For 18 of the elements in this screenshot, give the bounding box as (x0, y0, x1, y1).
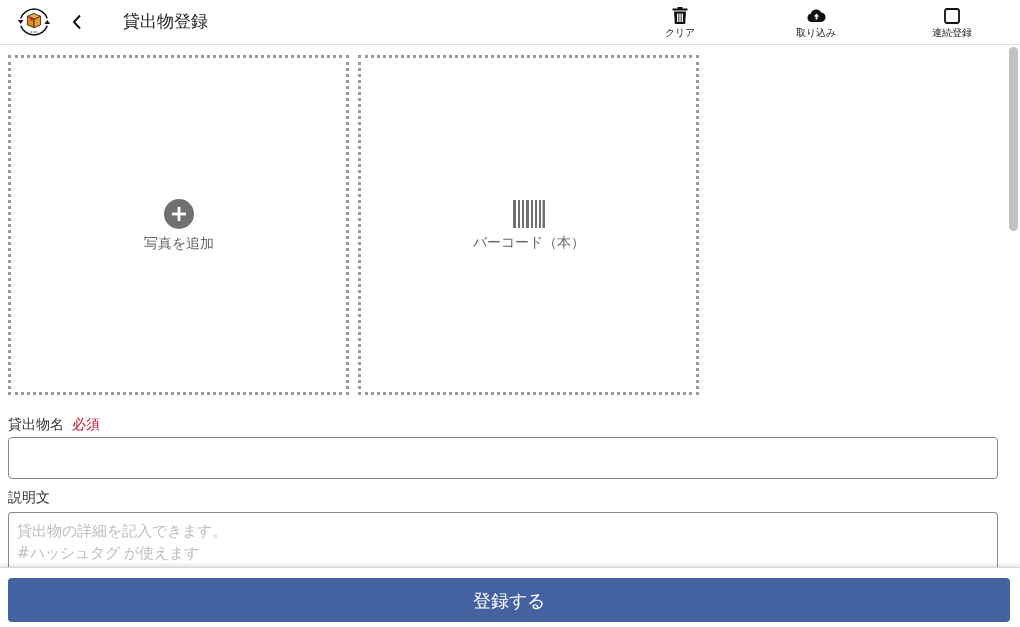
barcode-button[interactable]: バーコード（本） (358, 55, 699, 395)
field-label: 説明文 (8, 488, 50, 507)
clear-button[interactable]: クリア (612, 0, 748, 44)
cloud-upload-icon (806, 9, 826, 22)
name-input[interactable] (8, 437, 998, 479)
trash-icon (672, 7, 688, 24)
barcode-icon (512, 200, 545, 228)
page-title: 貸出物登録 (123, 10, 208, 34)
description-textarea[interactable]: 貸出物の詳細を記入できます。 #ハッシュタグ が使えます (8, 512, 998, 567)
import-button[interactable]: 取り込み (748, 0, 884, 44)
add-photo-button[interactable]: 写真を追加 (8, 55, 349, 395)
scrollbar-thumb[interactable] (1009, 47, 1018, 231)
field-label: 貸出物名 (8, 415, 64, 434)
required-label: 必須 (72, 415, 100, 434)
submit-button[interactable]: 登録する (8, 578, 1010, 622)
continuous-toggle[interactable]: 連続登録 (884, 0, 1020, 44)
chevron-left-icon (72, 14, 82, 30)
plus-circle-icon (163, 199, 194, 229)
